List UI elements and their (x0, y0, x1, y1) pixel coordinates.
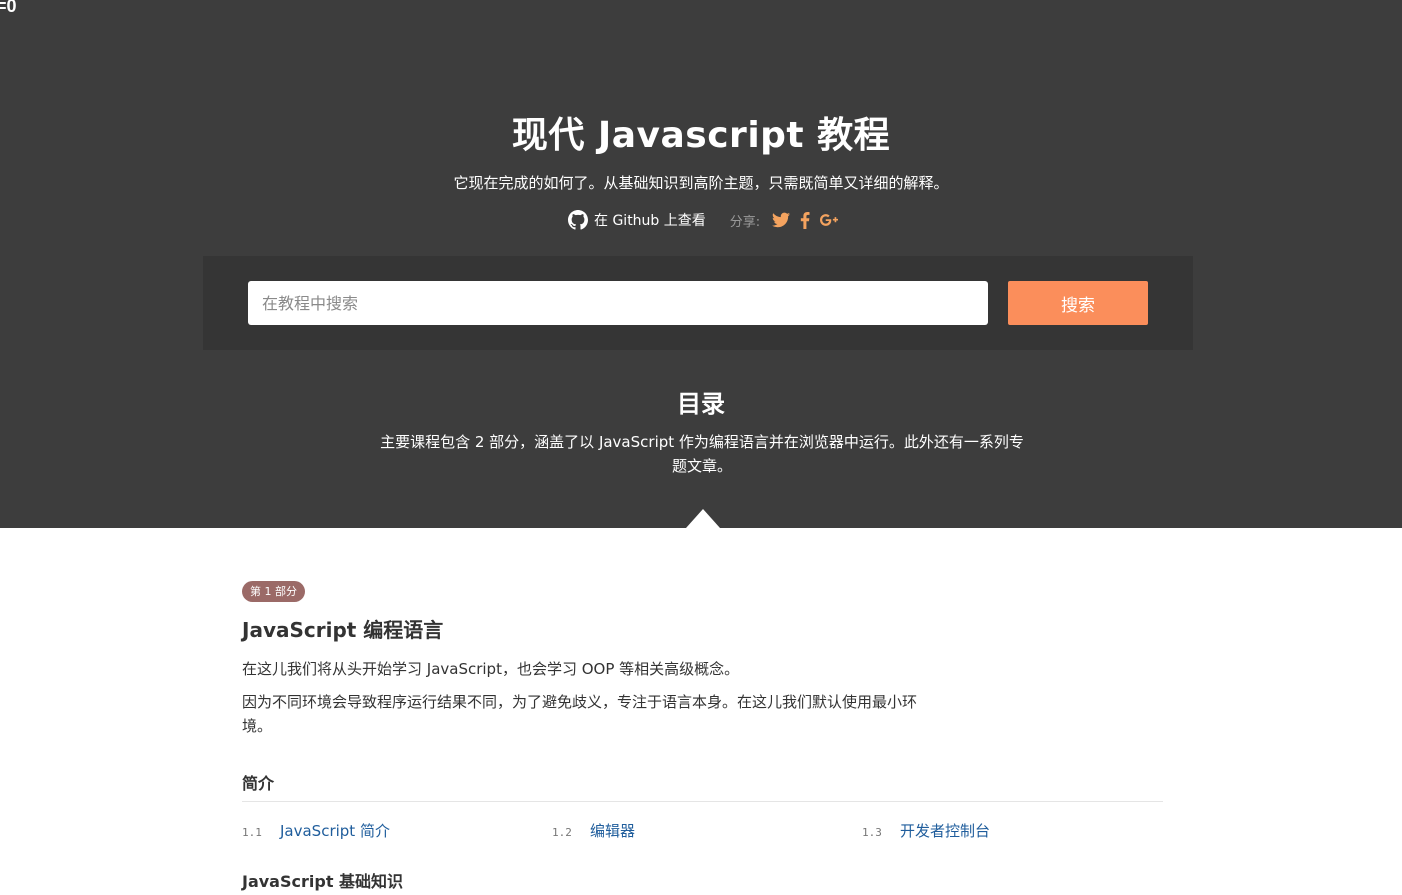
hero-arrow (686, 509, 720, 528)
facebook-share-button[interactable] (794, 209, 816, 231)
lesson-link[interactable]: 开发者控制台 (900, 820, 990, 841)
toc-description: 主要课程包含 2 部分，涵盖了以 JavaScript 作为编程语言并在浏览器中… (380, 433, 1024, 475)
part-description-2: 因为不同环境会导致程序运行结果不同，为了避免歧义，专注于语言本身。在这儿我们默认… (242, 693, 918, 735)
github-link-label: 在 Github 上查看 (594, 213, 706, 229)
page-title: 现代 Javascript 教程 (511, 115, 891, 156)
search-panel: 搜索 (203, 256, 1193, 350)
links-row: 在 Github 上查看 分享: (568, 208, 840, 232)
twitter-share-button[interactable] (770, 209, 792, 231)
lesson-link[interactable]: 编辑器 (590, 820, 635, 841)
google-plus-icon (820, 214, 839, 226)
twitter-icon (772, 212, 791, 228)
section-heading-intro[interactable]: 简介 (242, 770, 274, 794)
toc-heading: 目录 (677, 390, 725, 418)
part-title[interactable]: JavaScript 编程语言 (242, 614, 443, 643)
corner-label: =0 (0, 0, 17, 16)
google-plus-share-button[interactable] (818, 209, 840, 231)
github-link[interactable]: 在 Github 上查看 (568, 210, 706, 230)
page-subtitle: 它现在完成的如何了。从基础知识到高阶主题，只需既简单又详细的解释。 (453, 174, 949, 192)
part-description-1: 在这儿我们将从头开始学习 JavaScript，也会学习 OOP 等相关高级概念… (242, 660, 740, 678)
divider (242, 801, 1163, 802)
search-button[interactable]: 搜索 (1008, 281, 1148, 325)
section-heading-basics[interactable]: JavaScript 基础知识 (242, 868, 403, 892)
lesson-link[interactable]: JavaScript 简介 (280, 820, 390, 841)
lesson-number: 1.1 (242, 826, 262, 839)
facebook-icon (801, 211, 810, 229)
hero-section: 现代 Javascript 教程 它现在完成的如何了。从基础知识到高阶主题，只需… (0, 0, 1402, 528)
search-input[interactable] (248, 281, 988, 325)
lesson-number: 1.3 (862, 826, 882, 839)
part-badge: 第 1 部分 (242, 581, 305, 602)
lesson-number: 1.2 (552, 826, 572, 839)
lesson-item: 1.3 开发者控制台 (862, 820, 990, 841)
share-label: 分享: (729, 214, 761, 230)
lesson-item: 1.2 编辑器 (552, 820, 635, 841)
lesson-item: 1.1 JavaScript 简介 (242, 820, 390, 841)
github-icon (568, 210, 588, 230)
